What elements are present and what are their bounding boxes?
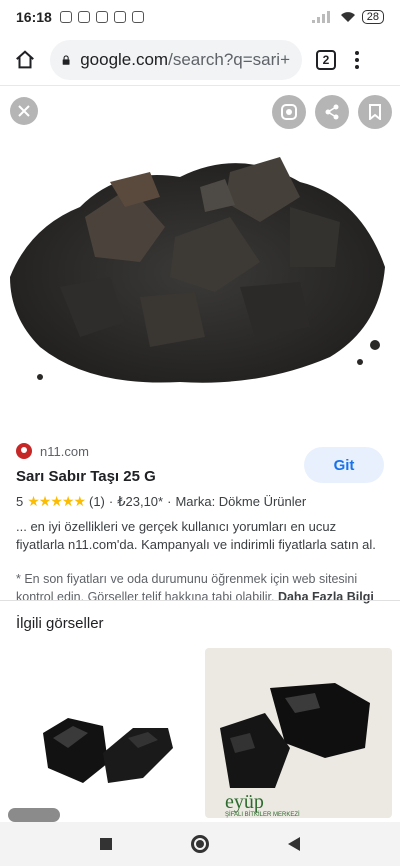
related-image[interactable]: eyüp ŞİFALI BİTKİLER MERKEZİ	[205, 648, 392, 818]
rock-pile-image	[10, 157, 385, 383]
address-bar[interactable]: google.com/search?q=sari+	[50, 39, 302, 80]
brand-logo-text: eyüp	[225, 791, 264, 813]
url-host: google.com	[80, 49, 169, 69]
divider	[0, 600, 400, 601]
instagram-icon	[113, 11, 126, 23]
rating-row: 5 ★★★★★ (1) · ₺23,10* · Marka: Dökme Ürü…	[16, 493, 384, 510]
rating-value: 5	[16, 494, 24, 509]
related-image[interactable]	[8, 648, 197, 818]
recent-apps-button[interactable]	[99, 838, 112, 850]
url-path: /search?q=sari+	[168, 49, 290, 69]
more-info-link[interactable]: Daha Fazla Bilgi	[278, 590, 374, 604]
lens-search-button[interactable]	[272, 95, 306, 129]
bookmark-icon	[369, 104, 381, 120]
tab-switcher-button[interactable]: 2	[316, 49, 336, 70]
result-image	[0, 87, 400, 430]
brand-logo-caption: ŞİFALI BİTKİLER MERKEZİ	[225, 811, 300, 818]
instagram-icon	[131, 11, 144, 23]
review-count: (1)	[89, 494, 105, 509]
result-description: ... en iyi özellikleri ve gerçek kullanı…	[16, 519, 376, 552]
ladybug-icon	[16, 443, 32, 459]
clock: 16:18	[16, 9, 52, 25]
result-info: n11.com Sarı Sabır Taşı 25 G Git 5 ★★★★★…	[16, 440, 384, 606]
lens-icon	[281, 104, 297, 120]
close-icon	[18, 105, 30, 117]
separator: ·	[108, 494, 114, 509]
notification-icon	[59, 11, 72, 23]
notification-icons	[59, 11, 144, 23]
home-icon	[16, 49, 34, 68]
home-nav-button[interactable]	[190, 835, 209, 853]
share-button[interactable]	[315, 95, 349, 129]
close-button[interactable]	[10, 97, 38, 125]
visit-button[interactable]: Git	[304, 447, 384, 483]
related-images-heading: İlgili görseller	[16, 615, 104, 632]
source-name: n11.com	[40, 443, 89, 459]
lock-icon	[62, 54, 70, 65]
share-icon	[325, 104, 339, 120]
image-source-chip	[8, 808, 60, 822]
star-rating-icon: ★★★★★	[27, 493, 86, 509]
price: ₺23,10*	[117, 493, 164, 509]
instagram-icon	[77, 11, 90, 23]
system-navigation-bar	[0, 822, 400, 866]
back-button[interactable]	[288, 837, 301, 851]
separator: ·	[167, 494, 172, 509]
snapchat-icon	[95, 11, 108, 23]
battery-icon: 28	[361, 10, 384, 24]
signal-icon	[311, 11, 334, 23]
stones-image	[43, 718, 173, 783]
browser-menu-button[interactable]	[354, 50, 360, 69]
save-button[interactable]	[358, 95, 392, 129]
home-button[interactable]	[10, 45, 40, 75]
brand: Marka: Dökme Ürünler	[175, 494, 307, 509]
wifi-icon	[340, 12, 355, 22]
status-bar: 16:18 28	[0, 0, 400, 34]
browser-toolbar: google.com/search?q=sari+ 2	[0, 34, 400, 86]
aloe-resin-image: eyüp ŞİFALI BİTKİLER MERKEZİ	[220, 683, 370, 818]
